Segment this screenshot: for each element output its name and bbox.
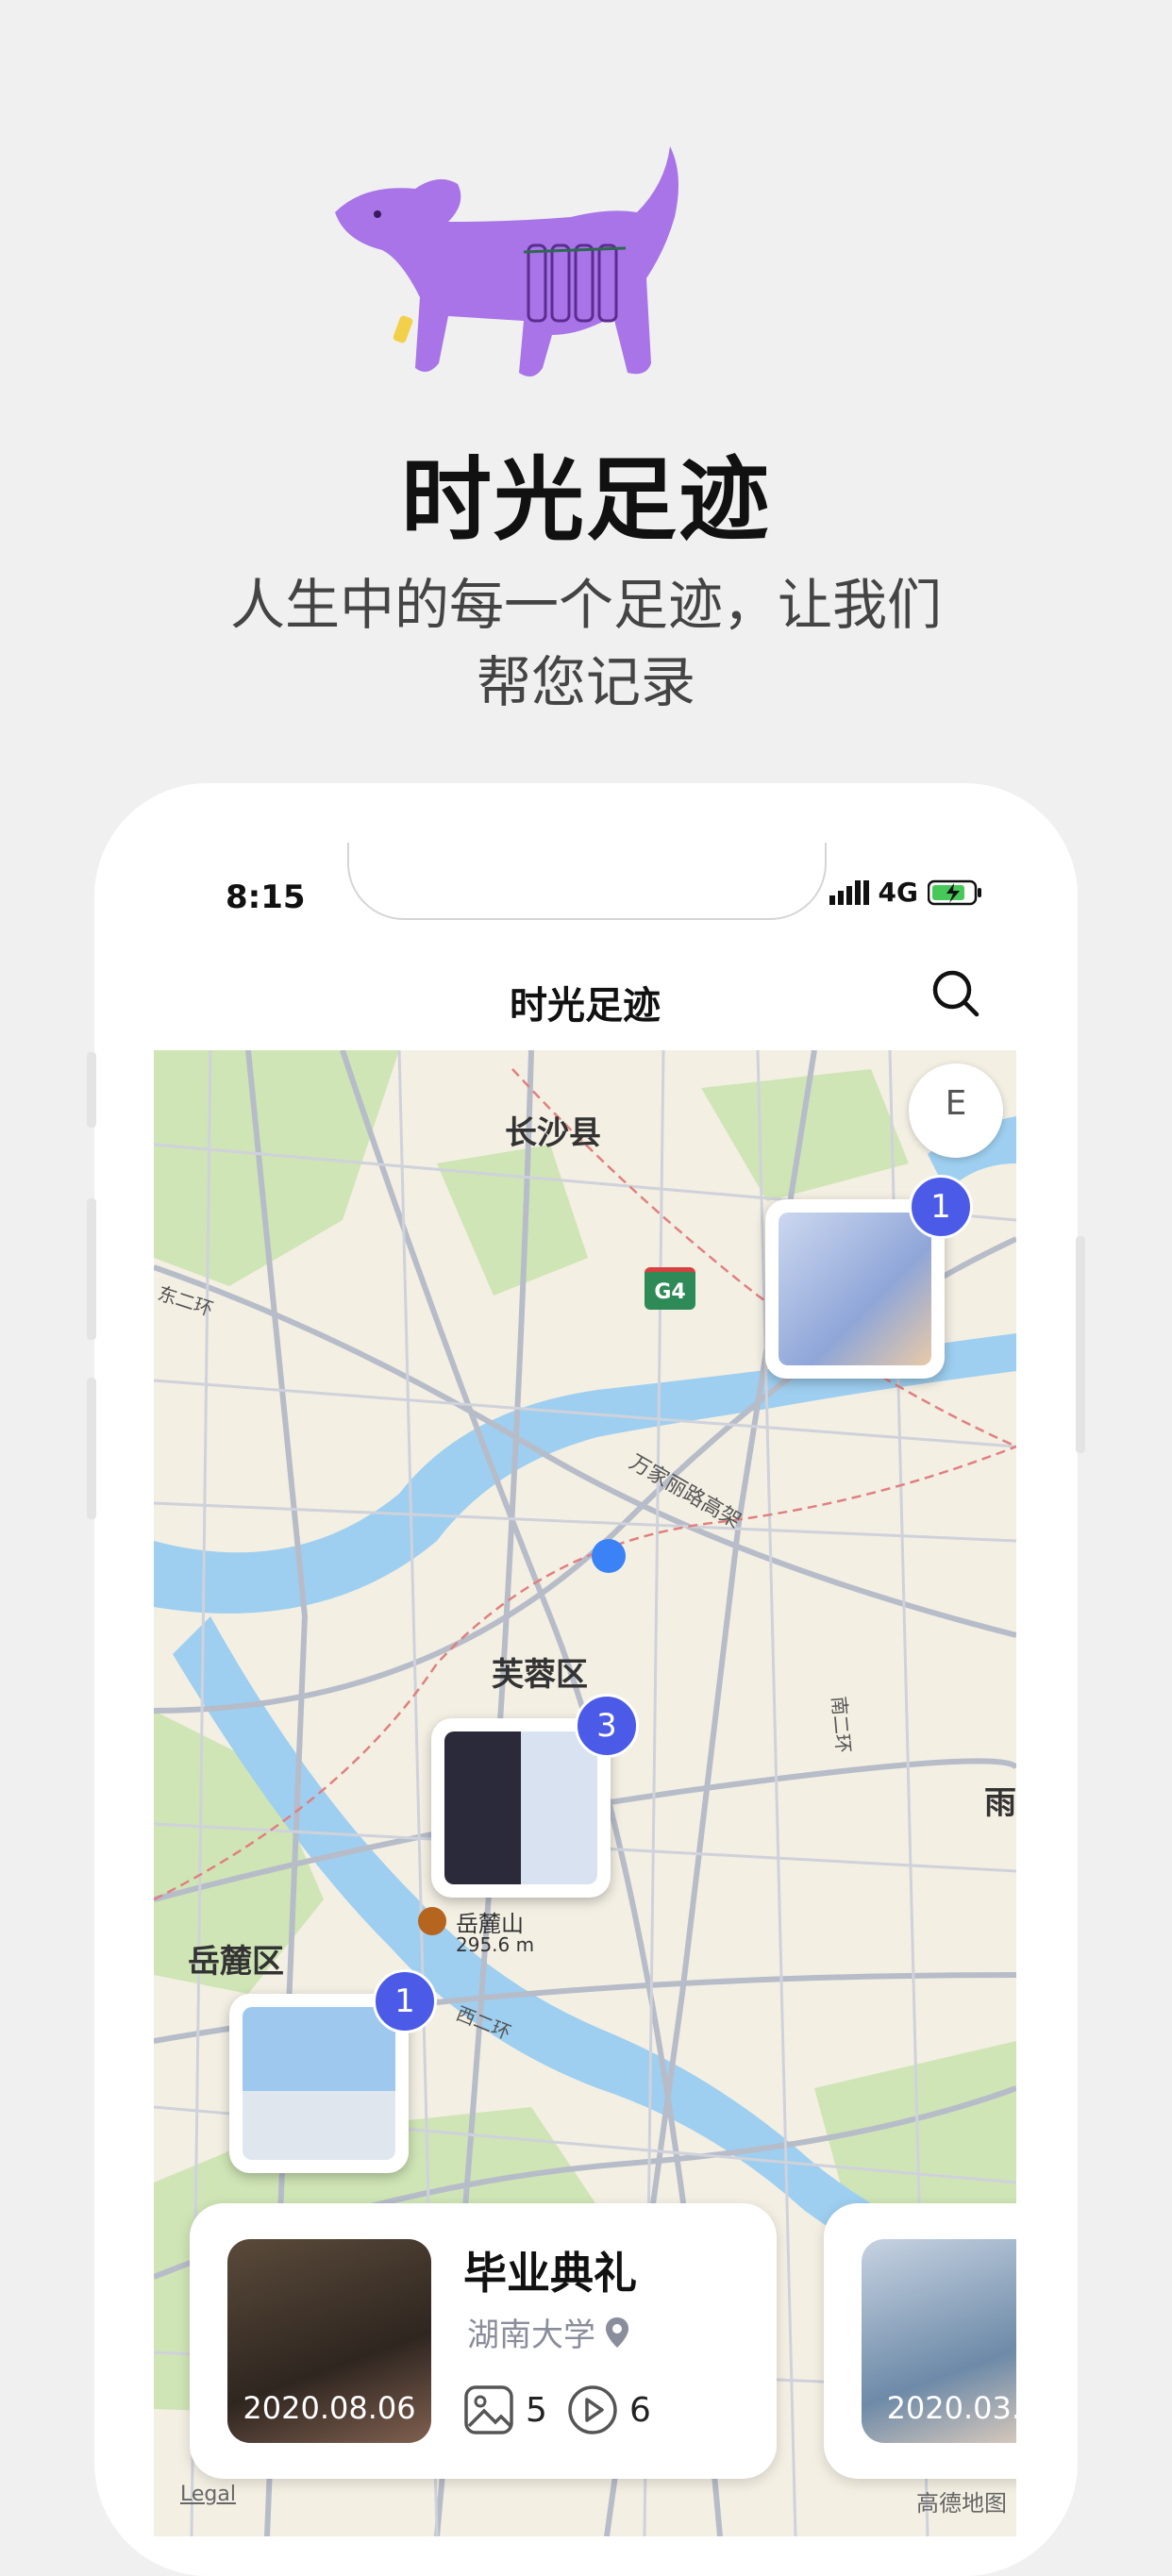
status-time: 8:15 [226,878,306,916]
photo-icon [464,2385,513,2434]
photo-count-value: 5 [526,2390,547,2430]
memory-title: 毕业典礼 [463,2248,637,2299]
pin-photo [779,1213,931,1365]
play-icon [568,2385,617,2434]
location-pin-icon [606,2317,628,2348]
phone-side-button [87,1378,96,1519]
notch [347,843,827,920]
signal-icon [829,879,869,905]
map-label-height: 295.6 m [456,1933,535,1956]
pin-photo [243,2007,395,2160]
dog-mascot-illustration [335,146,678,376]
memory-card[interactable]: 2020.03.1 [824,2203,1016,2479]
map-view[interactable]: 长沙县 芙蓉区 岳麓区 雨 东二环 西二环 南二环 万家丽路高架 G4 岳麓山 … [154,1050,1016,2536]
memory-thumbnail: 2020.03.1 [862,2239,1016,2443]
battery-icon [928,879,981,905]
video-count: 6 [567,2384,651,2435]
map-label-yu: 雨 [984,1784,1016,1822]
pin-count-badge: 1 [909,1175,973,1239]
hero-title: 时光足迹 [401,447,771,553]
map-label-yuelu: 岳麓区 [188,1943,284,1981]
compass-button[interactable]: E [909,1063,1003,1158]
memory-location: 湖南大学 [467,2309,629,2355]
video-count-value: 6 [629,2390,651,2430]
mountain-icon [418,1907,446,1935]
network-label: 4G [878,877,918,908]
phone-side-button [87,1052,96,1128]
pin-count-badge: 3 [575,1694,639,1758]
memory-location-text: 湖南大学 [467,2317,595,2354]
map-label-changsha: 长沙县 [505,1114,601,1152]
pin-photo [444,1731,597,1884]
highway-shield: G4 [645,1267,695,1310]
nav-title: 时光足迹 [510,984,661,1028]
photo-count: 5 [463,2384,547,2435]
compass-label: E [945,1084,967,1123]
map-attribution: 高德地图 [916,2490,1007,2517]
hero-subtitle: 人生中的每一个足迹，让我们帮您记录 [229,573,942,714]
phone-side-button [87,1198,96,1340]
map-label-furong: 芙蓉区 [492,1656,588,1694]
memory-date: 2020.03.1 [886,2390,1016,2426]
memory-card[interactable]: 2020.08.06 毕业典礼 湖南大学 5 6 [190,2203,777,2479]
road-label: 南二环 [827,1695,856,1754]
app-screen: 8:15 4G 时光足迹 长沙县 芙蓉区 岳麓区 雨 东二环 西二环 南二环 万… [154,843,1016,2536]
metro-station-icon [592,1539,626,1573]
memory-date: 2020.08.06 [243,2390,416,2426]
search-icon[interactable] [929,967,982,1020]
pin-count-badge: 1 [373,1969,437,2033]
phone-side-button [1076,1236,1085,1453]
status-indicators: 4G [829,877,982,908]
memory-thumbnail: 2020.08.06 [227,2239,431,2443]
legal-link[interactable]: Legal [180,2483,236,2506]
